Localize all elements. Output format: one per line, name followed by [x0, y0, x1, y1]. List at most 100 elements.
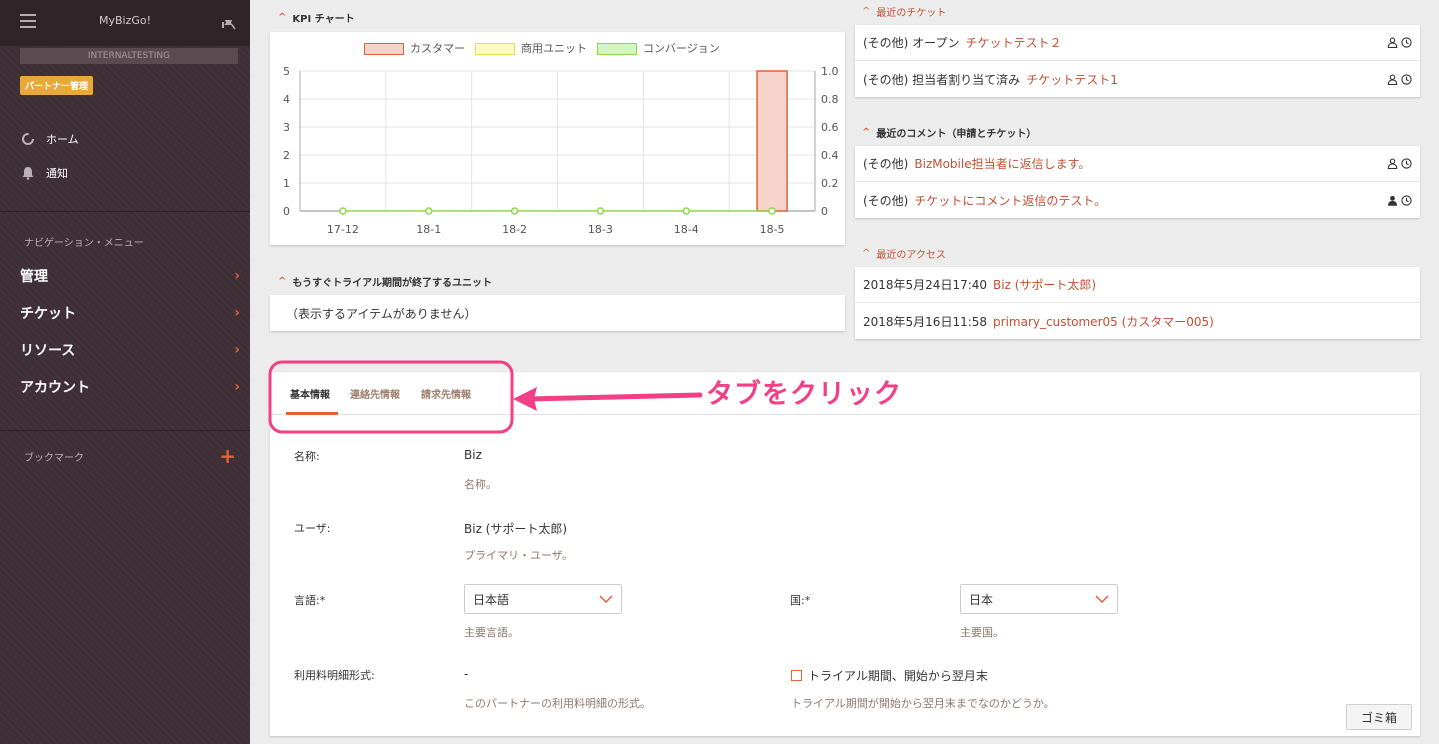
panel-title-text: 最近のコメント（申請とチケット） — [876, 129, 1037, 140]
billing-format-value: - — [464, 667, 469, 681]
trial-help: トライアル期間が開始から翌月末までなのかどうか。 — [791, 697, 1055, 710]
nav-section-title: ナビゲーション・メニュー — [24, 238, 144, 249]
country-label: 国:* — [790, 594, 811, 607]
tab-basic-info[interactable]: 基本情報 — [290, 386, 330, 401]
list-item[interactable]: (その他) オープン チケットテスト２ — [855, 25, 1420, 61]
add-bookmark-button[interactable]: + — [219, 444, 236, 468]
empty-text: （表示するアイテムがありません） — [286, 306, 477, 321]
y2-tick-label: 0 — [821, 205, 828, 218]
panel-title-text: もうすぐトライアル期間が終了するユニット — [292, 278, 492, 289]
access-link[interactable]: Biz (サポート太郎) — [993, 276, 1096, 293]
y-tick-label: 2 — [283, 149, 290, 162]
recent-tickets-card: (その他) オープン チケットテスト２ (その他) 担当者割り当て済み チケット… — [855, 25, 1420, 97]
comments-panel-title[interactable]: ^ 最近のコメント（申請とチケット） — [862, 125, 1036, 140]
chevron-right-icon: › — [234, 305, 240, 321]
data-point — [339, 207, 347, 215]
comment-link[interactable]: チケットにコメント返信のテスト。 — [914, 192, 1106, 209]
clock-icon — [1401, 158, 1412, 169]
access-panel-title[interactable]: ^ 最近のアクセス — [862, 246, 946, 261]
bell-icon — [20, 165, 36, 181]
y-tick-label: 3 — [283, 121, 290, 134]
trial-checkbox[interactable] — [791, 670, 802, 681]
sidebar-item-label: 管理 — [20, 269, 48, 285]
x-tick-label: 18-3 — [588, 223, 613, 236]
pin-icon[interactable] — [222, 16, 236, 30]
empty-message: （表示するアイテムがありません） — [270, 295, 845, 331]
sidebar-item-manage[interactable]: 管理 › — [20, 266, 240, 286]
row-icons — [1387, 73, 1412, 85]
panel-title-text: KPI チャート — [292, 14, 355, 25]
chevron-down-icon — [1095, 595, 1109, 603]
sidebar-item-account[interactable]: アカウント › — [20, 377, 240, 397]
y2-tick-label: 0.6 — [821, 121, 839, 134]
name-value: Biz — [464, 448, 482, 462]
kpi-chart: 5 1.0 4 0.8 3 0.6 2 0.4 1 0.2 0 0 17-12 18-1 18-2 18-3 1… — [283, 65, 839, 236]
access-time: 2018年5月16日11:58 — [863, 314, 988, 329]
data-point — [510, 207, 519, 215]
row-icons — [1387, 194, 1412, 206]
active-tab-indicator — [286, 412, 338, 415]
x-tick-label: 18-4 — [674, 223, 699, 236]
data-point — [596, 207, 605, 215]
bar — [756, 70, 788, 212]
comment-link[interactable]: BizMobile担当者に返信します。 — [914, 155, 1090, 172]
user-outline-icon — [1387, 74, 1398, 85]
chevron-right-icon: › — [234, 268, 240, 284]
row-icons — [1387, 158, 1412, 169]
ticket-status: (その他) オープン — [863, 36, 960, 50]
user-label: ユーザ: — [294, 522, 331, 535]
list-item[interactable]: (その他) チケットにコメント返信のテスト。 — [855, 182, 1420, 218]
trial-checkbox-label[interactable]: トライアル期間、開始から翌月末 — [808, 667, 988, 684]
chevron-up-icon: ^ — [278, 276, 287, 287]
clock-icon — [1401, 37, 1412, 48]
list-item[interactable]: (その他) BizMobile担当者に返信します。 — [855, 146, 1420, 182]
data-point — [768, 207, 776, 215]
tenant-label: INTERNALTESTING — [20, 48, 238, 64]
loading-icon — [20, 131, 36, 147]
sidebar-item-label: アカウント — [20, 380, 90, 396]
user-value: Biz (サポート太郎) — [464, 522, 568, 536]
tickets-panel-title[interactable]: ^ 最近のチケット — [862, 4, 946, 19]
chevron-up-icon: ^ — [278, 12, 287, 23]
country-select[interactable]: 日本 — [960, 584, 1118, 614]
ticket-link[interactable]: チケットテスト２ — [965, 34, 1061, 51]
callout-text: タブをクリック — [706, 379, 902, 410]
tab-billing-info[interactable]: 請求先情報 — [421, 386, 471, 401]
list-item[interactable]: 2018年5月24日17:40 Biz (サポート太郎) — [855, 267, 1420, 303]
sidebar-item-label: 通知 — [46, 167, 68, 180]
access-link[interactable]: primary_customer05 (カスタマー005) — [993, 313, 1214, 330]
name-label: 名称: — [294, 450, 320, 463]
trial-panel-title[interactable]: ^ もうすぐトライアル期間が終了するユニット — [278, 274, 492, 289]
trial-units-card: （表示するアイテムがありません） — [270, 295, 845, 331]
language-select[interactable]: 日本語 — [464, 584, 622, 614]
access-time: 2018年5月24日17:40 — [863, 278, 988, 292]
list-item[interactable]: 2018年5月16日11:58 primary_customer05 (カスタマ… — [855, 303, 1420, 339]
sidebar-item-label: チケット — [20, 306, 76, 322]
sidebar-item-notifications[interactable]: 通知 — [20, 163, 68, 183]
user-solid-icon — [1388, 195, 1397, 206]
tab-contact-info[interactable]: 連絡先情報 — [350, 386, 400, 401]
sidebar-item-home[interactable]: ホーム — [20, 129, 79, 149]
sidebar-item-tickets[interactable]: チケット › — [20, 303, 240, 323]
trash-button[interactable]: ゴミ箱 — [1346, 704, 1412, 730]
kpi-panel-title[interactable]: ^ KPI チャート — [278, 10, 355, 25]
x-tick-label: 18-5 — [760, 223, 785, 236]
chevron-up-icon: ^ — [862, 248, 871, 259]
sidebar-item-resources[interactable]: リソース › — [20, 340, 240, 360]
language-selected: 日本語 — [473, 592, 510, 607]
list-item[interactable]: (その他) 担当者割り当て済み チケットテスト1 — [855, 61, 1420, 97]
clock-icon — [1401, 194, 1412, 206]
chevron-right-icon: › — [234, 379, 240, 395]
x-tick-label: 18-1 — [416, 223, 441, 236]
y2-tick-label: 1.0 — [821, 65, 839, 78]
sidebar-header: MyBizGo! — [0, 0, 250, 46]
y-tick-label: 1 — [283, 177, 290, 190]
data-point — [425, 207, 433, 215]
comment-category: (その他) — [863, 157, 909, 171]
panel-title-text: 最近のアクセス — [876, 250, 946, 261]
ticket-link[interactable]: チケットテスト1 — [1026, 71, 1118, 88]
kpi-chart-card: カスタマー 商用ユニット コンバージョン 5 1.0 4 0.8 3 0.6 2 0.4 1 0.… — [270, 32, 845, 245]
y-tick-label: 4 — [283, 93, 290, 106]
country-selected: 日本 — [969, 592, 994, 607]
recent-access-card: 2018年5月24日17:40 Biz (サポート太郎) 2018年5月16日1… — [855, 267, 1420, 339]
